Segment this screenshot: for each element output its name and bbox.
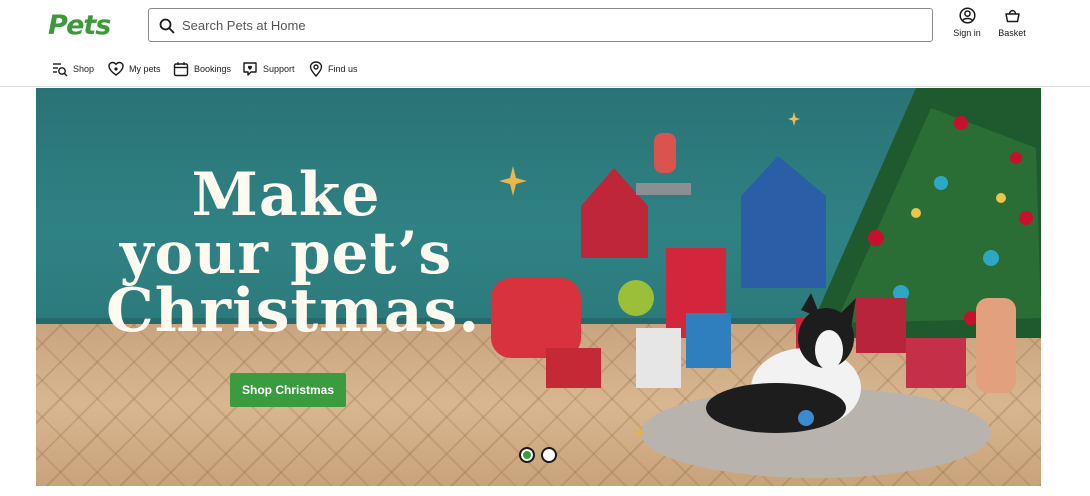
hero-banner[interactable]: Make your pet’s Christmas. Shop Christma… [36,88,1041,486]
search-input[interactable] [182,9,922,41]
sign-in-label: Sign in [953,28,981,38]
floor-sparkle-icon [634,425,646,439]
headline-line-3: Christmas. [106,276,481,346]
nav-item-support[interactable]: Support [242,58,295,80]
nav-label-find-us: Find us [328,64,358,74]
sign-in-button[interactable]: Sign in [950,7,984,38]
search-icon[interactable] [158,17,176,35]
basket-button[interactable]: Basket [995,7,1029,38]
small-sparkle-icon [788,112,800,126]
nav-label-bookings: Bookings [194,64,232,74]
user-icon [958,7,976,24]
nav-label-support: Support [263,64,295,74]
main-nav: Shop My pets Bookings Support Find us [0,52,1090,87]
nav-label-shop: Shop [73,64,95,74]
heart-paw-icon [108,61,124,76]
nav-item-shop[interactable]: Shop [52,58,94,80]
shop-christmas-button[interactable]: Shop Christmas [230,373,346,407]
calendar-icon [173,62,189,77]
headline-line-2: your pet’s [119,219,453,287]
headline-line-1: Make [191,160,381,230]
hero-headline: Make your pet’s Christmas. [106,160,481,346]
nav-label-my-pets: My pets [129,64,161,74]
carousel-dot-1[interactable] [519,447,535,463]
gold-star-sparkle-icon [499,166,527,196]
nav-item-bookings[interactable]: Bookings [173,58,231,80]
basket-label: Basket [998,28,1026,38]
pets-logo[interactable]: Pets [48,10,111,41]
location-pin-icon [309,61,323,77]
site-header: Pets Sign in Basket [0,0,1090,52]
search-bar[interactable] [148,8,933,42]
shop-search-icon [53,63,68,77]
nav-item-find-us[interactable]: Find us [309,58,358,80]
nav-item-my-pets[interactable]: My pets [108,58,161,80]
carousel-dot-2[interactable] [541,447,557,463]
basket-icon [1004,9,1020,23]
chat-heart-icon [243,62,257,76]
